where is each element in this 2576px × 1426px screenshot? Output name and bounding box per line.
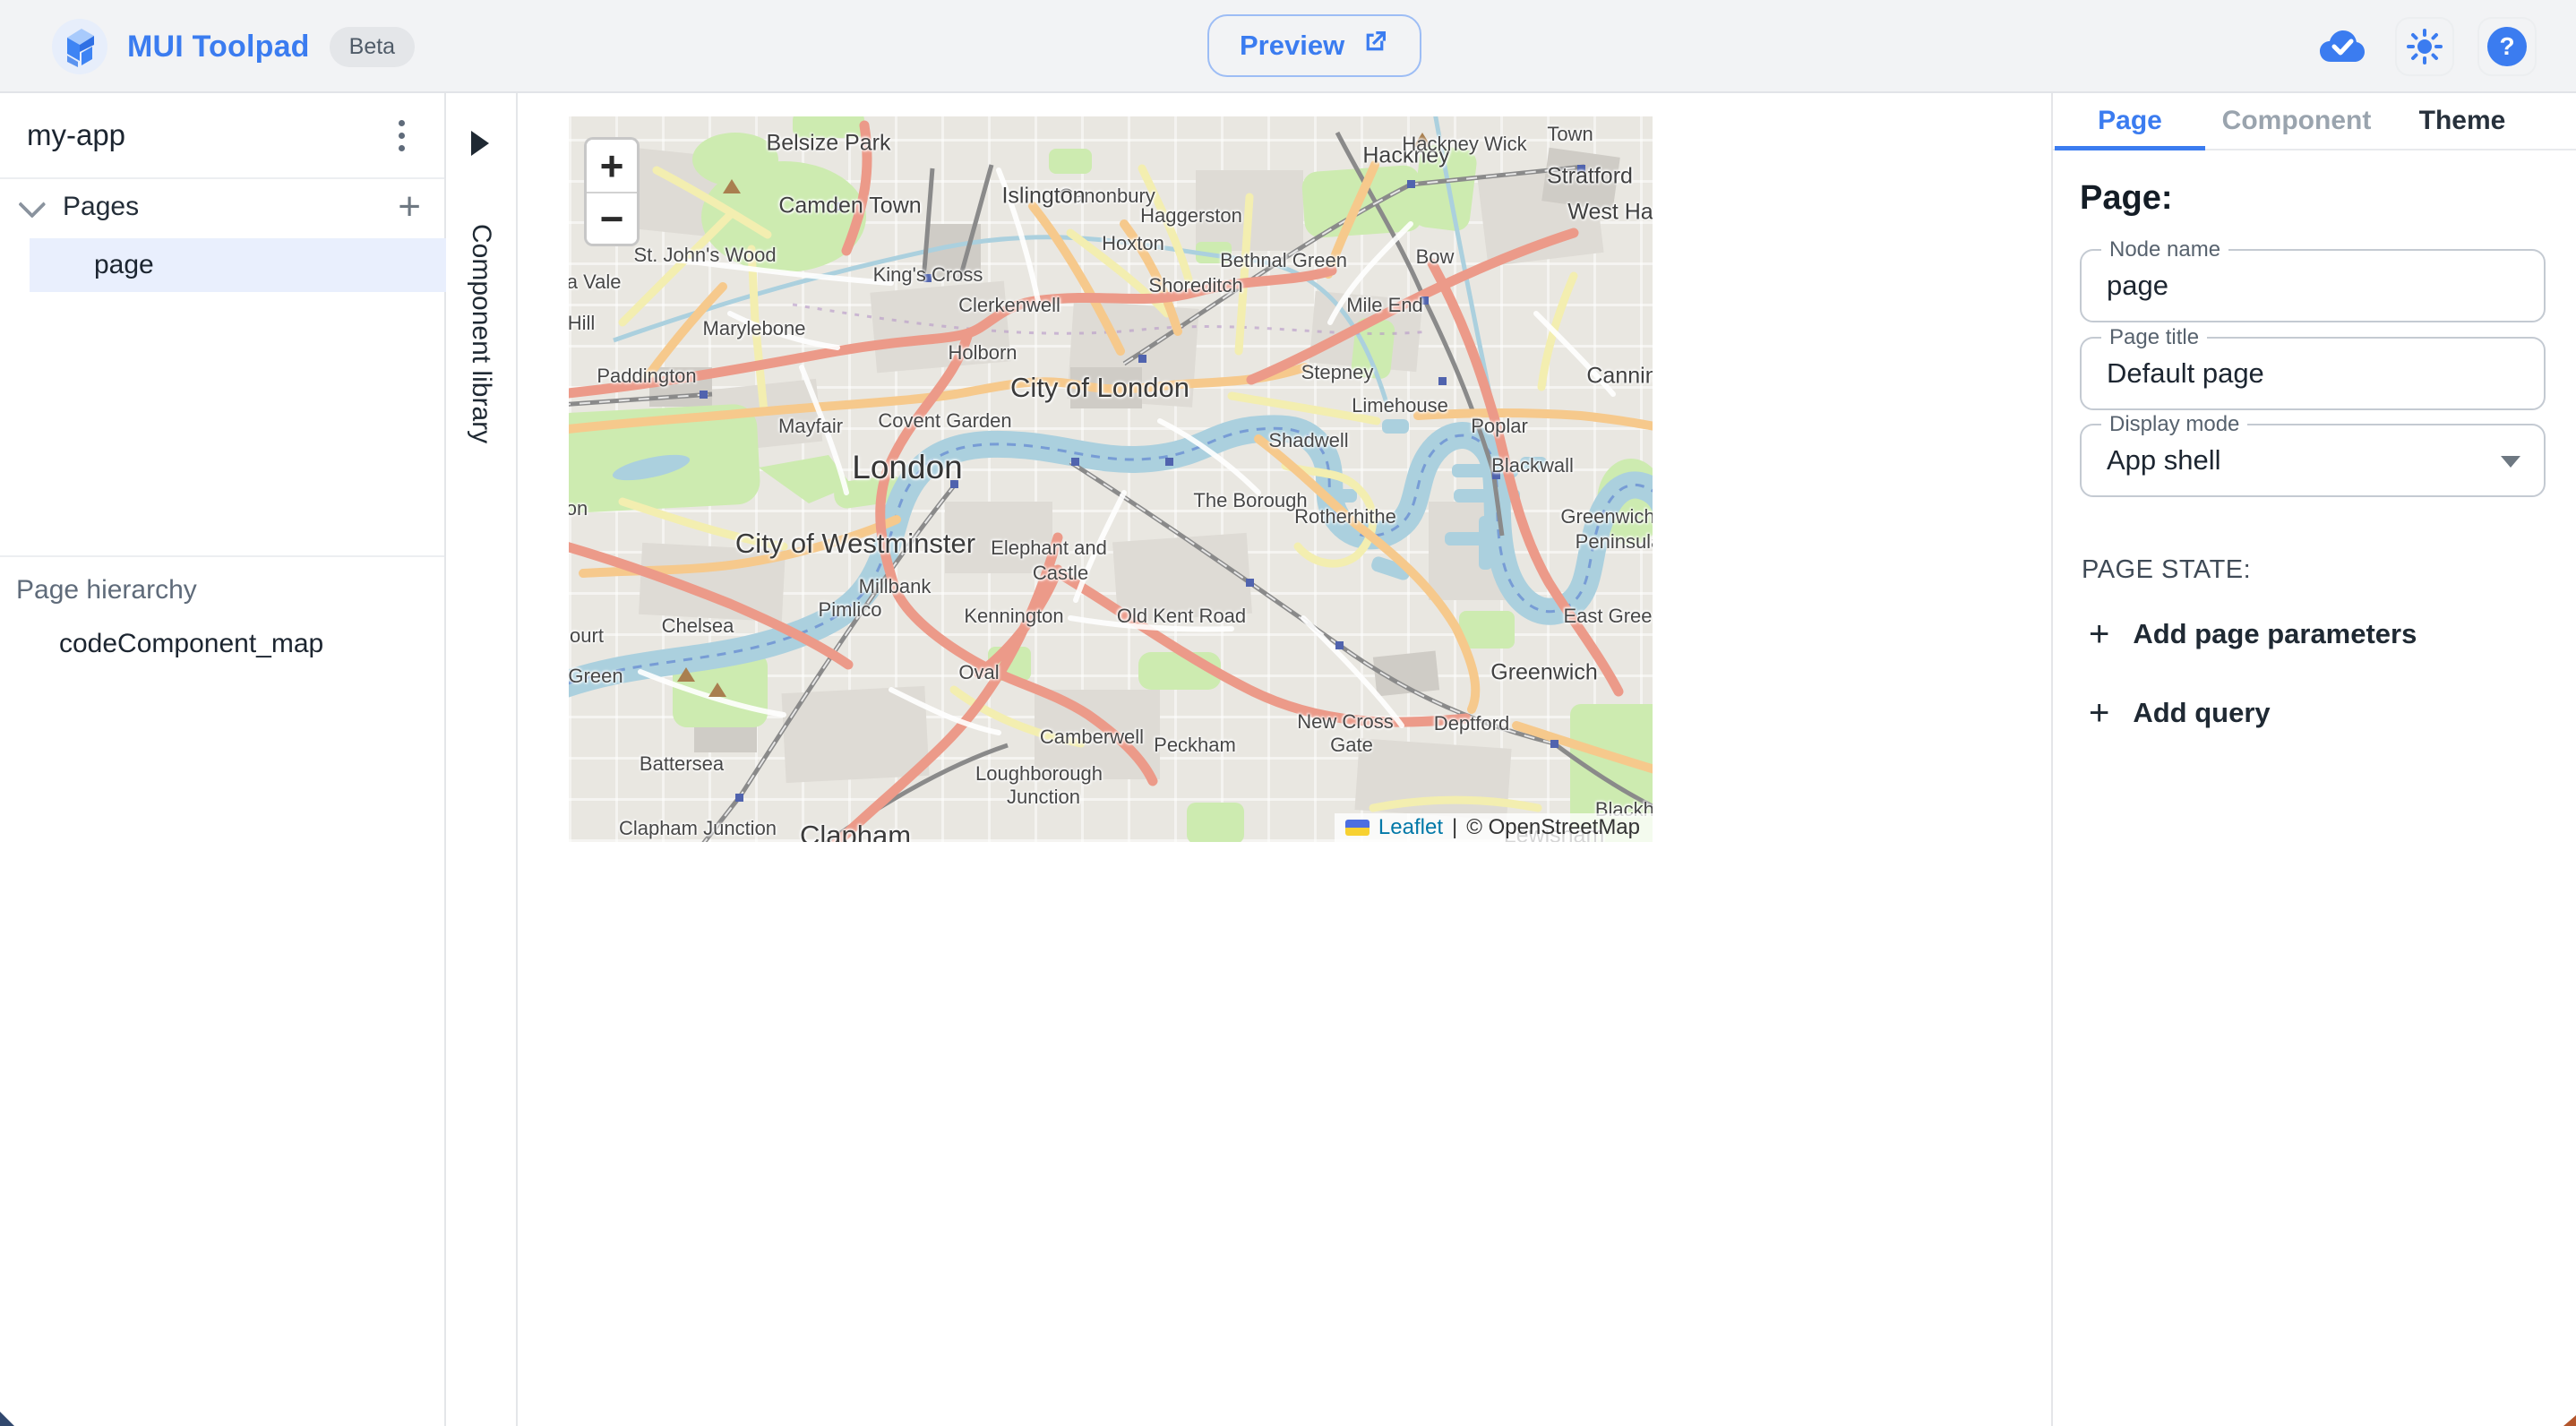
zoom-out-button[interactable]: − (587, 192, 637, 244)
map-tiles (569, 116, 1653, 842)
hierarchy-item-code-component-map[interactable]: codeComponent_map (59, 629, 323, 659)
app-header: MUI Toolpad Beta Preview (0, 0, 2576, 93)
pages-section-label: Pages (63, 192, 398, 222)
node-name-input[interactable] (2107, 251, 2501, 321)
zoom-in-button[interactable]: + (587, 140, 637, 192)
toolpad-logo-icon[interactable] (52, 19, 107, 74)
active-tab-indicator (2055, 146, 2205, 150)
expand-arrow-icon[interactable] (471, 131, 489, 156)
osm-copyright[interactable]: © OpenStreetMap (1466, 815, 1640, 840)
divider (0, 555, 444, 557)
plus-icon: + (2089, 695, 2109, 731)
app-row: my-app (0, 93, 444, 179)
header-actions: ? (2313, 0, 2537, 93)
editor-canvas: Belsize ParkCamden TownCanonburyHackneyH… (519, 93, 2051, 1426)
corner-artifact-right (2563, 1415, 2576, 1426)
sidebar-item-page[interactable]: page (30, 238, 446, 292)
preview-button[interactable]: Preview (1207, 14, 1421, 77)
tab-theme[interactable]: Theme (2386, 93, 2538, 149)
page-state-heading: PAGE STATE: (2082, 555, 2251, 585)
map-component[interactable]: Belsize ParkCamden TownCanonburyHackneyH… (569, 116, 1653, 842)
corner-artifact-left (0, 1412, 14, 1426)
map-attribution: Leaflet | © OpenStreetMap (1335, 813, 1653, 842)
page-title-field[interactable]: Page title (2080, 337, 2546, 410)
app-title: MUI Toolpad (127, 30, 310, 64)
ukraine-flag-icon (1345, 820, 1370, 836)
leaflet-link[interactable]: Leaflet (1378, 815, 1443, 840)
add-query-button[interactable]: + Add query (2089, 695, 2271, 731)
svg-text:?: ? (2499, 32, 2514, 60)
app-menu-button[interactable] (382, 116, 421, 155)
dropdown-caret-icon (2501, 456, 2520, 468)
tab-component[interactable]: Component (2207, 93, 2386, 149)
add-page-parameters-button[interactable]: + Add page parameters (2089, 616, 2417, 652)
map-zoom-control: + − (584, 137, 640, 246)
attribution-separator: | (1452, 815, 1457, 840)
sun-icon (2407, 29, 2443, 64)
chevron-down-icon[interactable] (18, 191, 46, 219)
beta-badge: Beta (330, 27, 415, 67)
theme-toggle-button[interactable] (2395, 17, 2454, 76)
add-page-button[interactable]: + (398, 187, 421, 227)
page-heading: Page: (2080, 179, 2172, 218)
page-item-label: page (94, 250, 154, 280)
preview-button-label: Preview (1240, 30, 1344, 62)
display-mode-select[interactable]: Display mode App shell (2080, 424, 2546, 497)
question-mark-icon: ? (2486, 26, 2528, 67)
node-name-field[interactable]: Node name (2080, 249, 2546, 322)
explorer-sidebar: my-app Pages + page Page hierarchy codeC… (0, 93, 446, 1426)
add-query-label: Add query (2133, 697, 2270, 729)
pages-section-header: Pages + (0, 181, 444, 233)
inspector-tabs: Page Component Theme (2053, 93, 2576, 150)
help-button[interactable]: ? (2477, 17, 2537, 76)
page-hierarchy-title: Page hierarchy (16, 575, 197, 606)
external-link-icon (1361, 28, 1389, 64)
app-name: my-app (27, 118, 125, 152)
tab-page[interactable]: Page (2053, 93, 2207, 149)
toolpad-app: MUI Toolpad Beta Preview (0, 0, 2576, 1426)
page-title-input[interactable] (2107, 339, 2501, 408)
component-library-panel: Component library (446, 93, 518, 1426)
inspector-panel: Page Component Theme Page: Node name Pag… (2051, 93, 2576, 1426)
plus-icon: + (2089, 616, 2109, 652)
component-library-label: Component library (466, 224, 496, 443)
add-page-parameters-label: Add page parameters (2133, 618, 2417, 650)
cloud-sync-icon (2313, 17, 2372, 76)
brand: MUI Toolpad Beta (52, 0, 415, 93)
display-mode-value: App shell (2107, 425, 2221, 495)
